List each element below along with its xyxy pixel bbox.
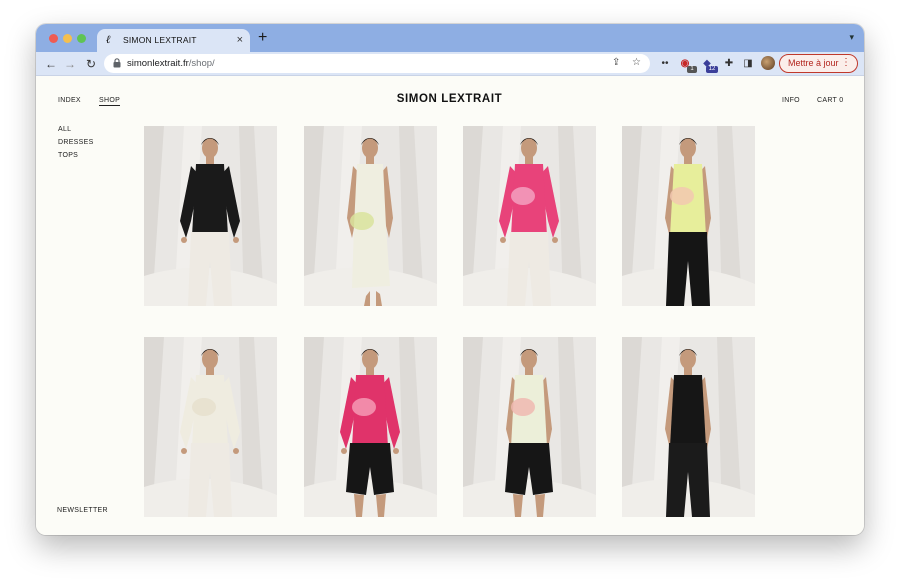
site-favicon-icon: ℓ	[106, 33, 111, 46]
product-card[interactable]	[622, 126, 755, 306]
close-window-button[interactable]	[49, 34, 58, 43]
product-card[interactable]	[463, 337, 596, 517]
nav-shop-link[interactable]: SHOP	[99, 97, 121, 106]
update-browser-button[interactable]: Mettre à jour ⋮	[779, 54, 858, 73]
nav-cart-link[interactable]: CART 0	[817, 97, 843, 104]
extension-dots-icon[interactable]: ••	[658, 57, 672, 71]
url-text: simonlextrait.fr/shop/	[127, 58, 215, 69]
category-tops-link[interactable]: TOPS	[58, 152, 78, 159]
bookmark-star-icon[interactable]: ☆	[632, 57, 641, 68]
extension-badge-1: 1	[687, 66, 697, 73]
category-dresses-link[interactable]: DRESSES	[58, 139, 94, 146]
url-path: /shop/	[188, 58, 215, 69]
product-photo	[622, 337, 755, 517]
update-button-label: Mettre à jour	[788, 58, 839, 68]
url-host: simonlextrait.fr	[127, 58, 189, 69]
forward-button[interactable]: →	[62, 56, 78, 72]
product-photo	[304, 126, 437, 306]
nav-info-link[interactable]: INFO	[782, 97, 800, 104]
address-bar[interactable]: simonlextrait.fr/shop/ ⇪ ☆	[104, 54, 650, 73]
nav-index-link[interactable]: INDEX	[58, 97, 81, 104]
tab-title: SIMON LEXTRAIT	[123, 35, 197, 45]
product-photo	[463, 337, 596, 517]
product-card[interactable]	[144, 337, 277, 517]
back-button[interactable]: ←	[43, 56, 59, 72]
product-photo	[304, 337, 437, 517]
newsletter-link[interactable]: NEWSLETTER	[57, 507, 108, 514]
product-card[interactable]	[622, 337, 755, 517]
extensions-puzzle-icon[interactable]: ✚	[722, 57, 736, 71]
product-photo	[144, 337, 277, 517]
product-card[interactable]	[463, 126, 596, 306]
product-card[interactable]	[304, 337, 437, 517]
extension-badge-12: 12	[706, 66, 718, 73]
tab-close-icon[interactable]: ×	[237, 33, 243, 47]
profile-avatar[interactable]	[761, 56, 775, 70]
new-tab-button[interactable]: +	[258, 29, 267, 47]
reload-button[interactable]: ↻	[83, 56, 99, 72]
page-content: INDEX SHOP SIMON LEXTRAIT INFO CART 0 AL…	[36, 77, 864, 535]
fullscreen-window-button[interactable]	[77, 34, 86, 43]
lock-icon	[113, 58, 121, 68]
browser-toolbar: ← → ↻ simonlextrait.fr/shop/ ⇪ ☆ •• ◉ 1 …	[36, 52, 864, 76]
site-logo[interactable]: SIMON LEXTRAIT	[364, 93, 535, 105]
tab-active[interactable]: ℓ SIMON LEXTRAIT ×	[97, 29, 250, 52]
more-menu-icon[interactable]: ⋮	[841, 57, 851, 68]
product-card[interactable]	[144, 126, 277, 306]
category-all-link[interactable]: ALL	[58, 126, 71, 133]
product-photo	[463, 126, 596, 306]
minimize-window-button[interactable]	[63, 34, 72, 43]
product-photo	[622, 126, 755, 306]
product-card[interactable]	[304, 126, 437, 306]
share-icon[interactable]: ⇪	[612, 57, 620, 68]
side-panel-icon[interactable]: ◨	[741, 57, 755, 71]
tab-bar: ℓ SIMON LEXTRAIT × + ▾	[36, 24, 864, 52]
browser-window: ℓ SIMON LEXTRAIT × + ▾ ← → ↻ simonlextra…	[36, 24, 864, 535]
product-photo	[144, 126, 277, 306]
tab-search-chevron-icon[interactable]: ▾	[849, 32, 854, 43]
